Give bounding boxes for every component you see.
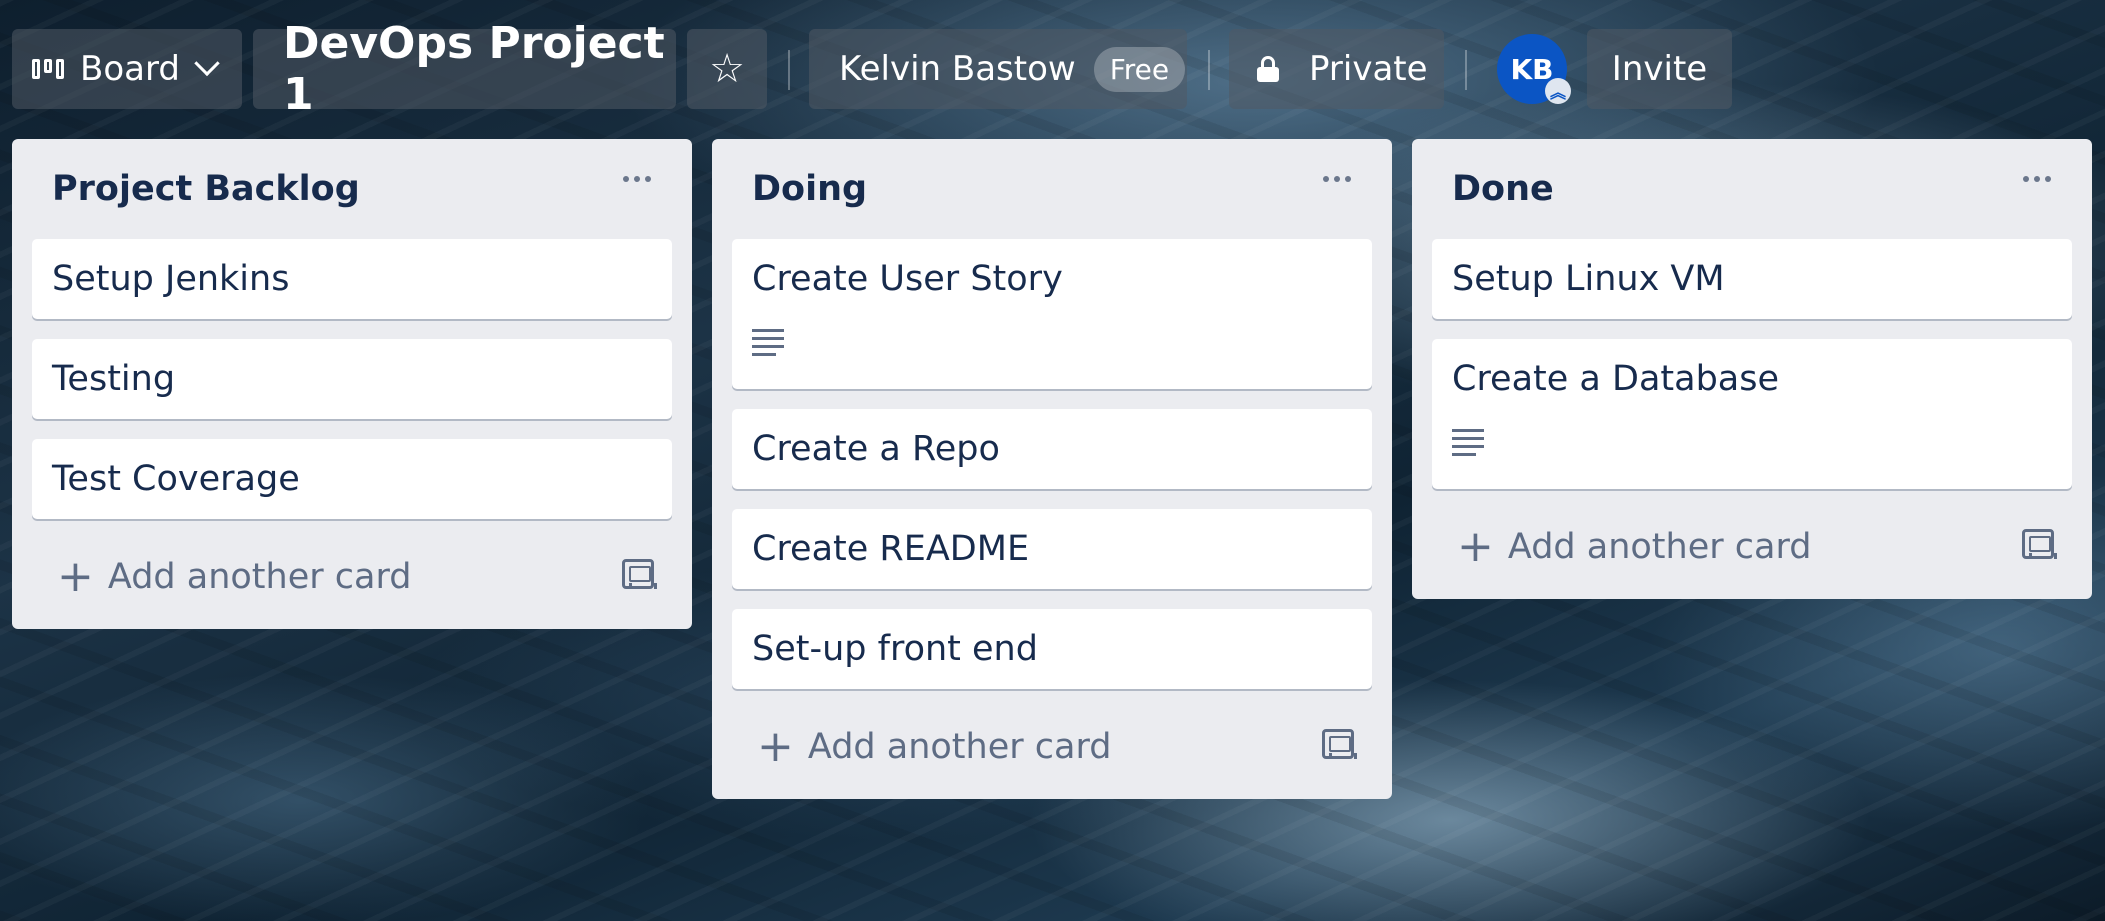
card[interactable]: Create User Story <box>732 239 1372 389</box>
card-composer: + Add another card <box>12 535 692 629</box>
chevron-down-icon <box>194 50 220 77</box>
add-card-label: Add another card <box>807 726 1112 767</box>
card-title: Create a Database <box>1452 359 1779 399</box>
invite-button[interactable]: Invite <box>1587 29 1732 109</box>
plus-icon: + <box>757 721 794 772</box>
header-divider <box>788 50 790 90</box>
card-title: Set-up front end <box>752 629 1038 669</box>
plus-icon: + <box>1457 521 1494 572</box>
more-options-icon[interactable] <box>612 159 662 199</box>
visibility-label: Private <box>1309 49 1428 89</box>
card-composer: + Add another card <box>712 705 1392 799</box>
plus-icon: + <box>57 551 94 602</box>
star-icon: ☆ <box>709 46 745 92</box>
card[interactable]: Create README <box>732 509 1372 589</box>
list-header: Project Backlog <box>12 139 692 239</box>
card-title: Setup Linux VM <box>1452 259 1725 299</box>
card[interactable]: Testing <box>32 339 672 419</box>
list-title[interactable]: Done <box>1452 169 1554 209</box>
visibility-button[interactable]: Private <box>1229 29 1444 109</box>
lock-icon <box>1257 56 1279 82</box>
list-doing: Doing Create User Story Create a Repo Cr… <box>712 139 1392 799</box>
card[interactable]: Test Coverage <box>32 439 672 519</box>
star-button[interactable]: ☆ <box>687 29 767 109</box>
list-title[interactable]: Project Backlog <box>52 169 360 209</box>
board-view-switcher[interactable]: Board <box>12 29 242 109</box>
card-title: Create README <box>752 529 1030 569</box>
list-header: Doing <box>712 139 1392 239</box>
board-view-label: Board <box>80 49 180 89</box>
description-icon <box>752 329 784 356</box>
card[interactable]: Setup Jenkins <box>32 239 672 319</box>
board-header: Board DevOps Project 1 ☆ Kelvin Bastow F… <box>0 0 2105 140</box>
board-icon <box>32 59 64 79</box>
card-title: Create User Story <box>752 259 1063 299</box>
workspace-name: Kelvin Bastow <box>839 49 1076 89</box>
card-title: Test Coverage <box>52 459 300 499</box>
avatar[interactable]: KB ︽ <box>1497 34 1571 104</box>
card-title: Setup Jenkins <box>52 259 290 299</box>
card[interactable]: Create a Database <box>1432 339 2072 489</box>
add-card-button[interactable]: + Add another card <box>757 721 1111 772</box>
card-title: Create a Repo <box>752 429 1000 469</box>
avatar-initials: KB <box>1510 52 1554 86</box>
card-template-icon[interactable] <box>1322 729 1357 759</box>
more-options-icon[interactable] <box>1312 159 1362 199</box>
card-template-icon[interactable] <box>622 559 657 589</box>
header-divider <box>1465 50 1467 90</box>
board-title[interactable]: DevOps Project 1 <box>253 18 676 120</box>
add-card-label: Add another card <box>1507 526 1812 567</box>
card-title: Testing <box>52 359 176 399</box>
card[interactable]: Setup Linux VM <box>1432 239 2072 319</box>
list-done: Done Setup Linux VM Create a Database + … <box>1412 139 2092 599</box>
plan-badge: Free <box>1093 46 1186 92</box>
card[interactable]: Set-up front end <box>732 609 1372 689</box>
more-options-icon[interactable] <box>2012 159 2062 199</box>
description-icon <box>1452 429 1484 456</box>
list-project-backlog: Project Backlog Setup Jenkins Testing Te… <box>12 139 692 629</box>
list-title[interactable]: Doing <box>752 169 867 209</box>
add-card-button[interactable]: + Add another card <box>57 551 411 602</box>
workspace-button[interactable]: Kelvin Bastow Free <box>809 29 1187 109</box>
add-card-button[interactable]: + Add another card <box>1457 521 1811 572</box>
list-header: Done <box>1412 139 2092 239</box>
header-divider <box>1208 50 1210 90</box>
add-card-label: Add another card <box>107 556 412 597</box>
card-template-icon[interactable] <box>2022 529 2057 559</box>
card-composer: + Add another card <box>1412 505 2092 599</box>
admin-chevron-icon: ︽ <box>1545 78 1571 104</box>
card[interactable]: Create a Repo <box>732 409 1372 489</box>
